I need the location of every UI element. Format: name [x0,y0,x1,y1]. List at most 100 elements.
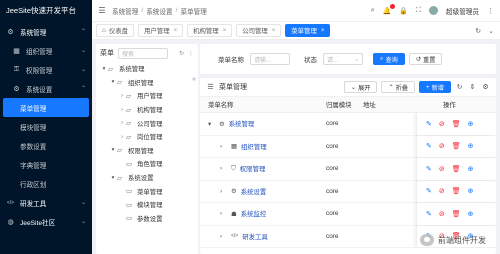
close-icon[interactable]: × [174,28,178,34]
edit-icon[interactable]: ✎ [426,210,432,218]
tab[interactable]: 机构管理 × [187,24,233,37]
more-icon[interactable]: ⋮ [188,50,194,57]
collapse-button[interactable]: ⌃ 折叠 [381,81,415,93]
tree-node[interactable]: ▾ ▱ 系统设置 [100,171,198,185]
caret-down-icon[interactable]: ▾ [208,120,217,128]
refresh-icon[interactable]: ↻ [179,50,184,57]
add-circle-icon[interactable]: ⊕ [468,187,474,195]
menu-name-link[interactable]: 系统监控 [241,209,267,218]
menu-toggle-icon[interactable]: ☰ [92,6,112,15]
disable-icon[interactable]: ⊘ [439,187,445,195]
edit-icon[interactable]: ✎ [426,142,432,150]
breadcrumb-item[interactable]: 系统设置 [146,6,172,16]
caret-right-icon[interactable]: › [118,93,126,99]
sidebar-item[interactable]: 行政区划 [0,174,92,193]
tree-node[interactable]: › ▱ 岗位管理 [100,130,198,144]
menu-name-link[interactable]: 组织管理 [241,142,267,151]
collapse-panel-icon[interactable]: « [192,76,196,83]
disable-icon[interactable]: ⊘ [439,142,445,150]
caret-right-icon[interactable]: › [220,210,229,217]
fullscreen-icon[interactable]: ⛶ [416,7,421,15]
edit-icon[interactable]: ✎ [426,187,432,195]
close-icon[interactable]: × [223,28,227,34]
disable-icon[interactable]: ⊘ [439,120,445,128]
menu-name-link[interactable]: 权限管理 [240,164,266,173]
sidebar-item[interactable]: </> 研发工具 ⌄ [0,193,92,212]
sidebar-item[interactable]: ⚙ 系统设置 ⌃ [0,79,92,98]
caret-down-icon[interactable]: ▾ [109,79,117,85]
lock-icon[interactable]: 🔒 [399,7,408,15]
reset-button[interactable]: ↺ 重置 [408,53,443,65]
disable-icon[interactable]: ⊘ [439,210,445,218]
edit-icon[interactable]: ✎ [426,120,432,128]
delete-icon[interactable]: 🗑 [452,210,461,218]
tab[interactable]: 公司管理 × [236,24,282,37]
expand-button[interactable]: ⌄ 展开 [343,81,378,93]
bell-icon[interactable]: 🔔 [383,3,396,15]
tree-node[interactable]: › ▱ 机构管理 [100,103,198,117]
delete-icon[interactable]: 🗑 [452,165,461,173]
sidebar-item[interactable]: 模块管理 [0,117,92,136]
add-circle-icon[interactable]: ⊕ [468,210,474,218]
sidebar-item[interactable]: ⚙ 系统管理 ⌃ [0,22,92,41]
add-circle-icon[interactable]: ⊕ [468,165,474,173]
caret-right-icon[interactable]: › [220,143,229,150]
table-row[interactable]: › ⛉ 权限管理 core ✎ ⊘ 🗑 ⊕ [200,158,496,181]
delete-icon[interactable]: 🗑 [452,120,461,128]
menu-name-link[interactable]: 研发工具 [242,232,268,241]
menu-name-input[interactable]: 请输... [250,53,290,65]
menu-name-link[interactable]: 系统设置 [241,187,267,196]
tree-node[interactable]: ▾ ▱ 系统管理 [100,62,198,76]
caret-right-icon[interactable]: › [118,107,126,113]
settings-icon[interactable]: ⚙ [481,83,490,91]
sidebar-item[interactable]: 字典管理 [0,155,92,174]
close-icon[interactable]: × [321,28,325,34]
refresh-icon[interactable]: ↻ [455,83,464,91]
tree-node[interactable]: ▭ 模块管理 [100,198,198,212]
status-select[interactable]: 请... ⌄ [323,53,363,65]
tree-node[interactable]: ▾ ▱ 组织管理 [100,76,198,90]
disable-icon[interactable]: ⊘ [439,165,445,173]
close-icon[interactable]: × [272,28,276,34]
caret-down-icon[interactable]: ▾ [109,175,117,181]
caret-right-icon[interactable]: › [118,134,126,140]
tab[interactable]: 菜单管理 × [285,24,331,37]
chevron-down-icon[interactable]: ⌄ [488,27,494,35]
sidebar-item[interactable]: ◍ JeeSite社区 ⌄ [0,212,92,231]
delete-icon[interactable]: 🗑 [452,142,461,150]
caret-right-icon[interactable]: › [220,165,229,172]
tree-search-input[interactable]: 搜索 [118,47,168,59]
table-row[interactable]: › ☗ 系统监控 core ✎ ⊘ 🗑 ⊕ [200,203,496,226]
table-row[interactable]: › ⚙ 系统设置 core ✎ ⊘ 🗑 ⊕ [200,180,496,203]
refresh-icon[interactable]: ↻ [475,27,481,35]
delete-icon[interactable]: 🗑 [452,187,461,195]
tab[interactable]: ⌂ 仪表盘 [96,24,135,37]
tab[interactable]: 用户管理 × [138,24,184,37]
breadcrumb-item[interactable]: 系统管理 [112,6,138,16]
menu-name-link[interactable]: 系统管理 [229,119,255,128]
caret-right-icon[interactable]: › [118,120,126,126]
add-button[interactable]: + 新增 [419,81,451,93]
query-button[interactable]: ⌕ 查询 [373,53,405,65]
tree-node[interactable]: › ▱ 用户管理 [100,89,198,103]
tree-node[interactable]: › ▱ 公司管理 [100,116,198,130]
column-height-icon[interactable]: ⇕ [468,83,477,91]
sidebar-item[interactable]: ▦ 组织管理 ⌄ [0,41,92,60]
user-name[interactable]: 超级管理员 [446,6,479,16]
sidebar-item[interactable]: 菜单管理 [3,98,89,117]
more-icon[interactable]: ⋮ [487,7,494,15]
sidebar-item[interactable]: 参数设置 [0,136,92,155]
table-row[interactable]: ▾ ⚙ 系统管理 core ✎ ⊘ 🗑 ⊕ [200,113,496,136]
tree-node[interactable]: ▭ 参数设置 [100,212,198,226]
table-row[interactable]: › ▦ 组织管理 core ✎ ⊘ 🗑 ⊕ [200,135,496,158]
add-circle-icon[interactable]: ⊕ [468,120,474,128]
tree-node[interactable]: ▭ 角色管理 [100,157,198,171]
edit-icon[interactable]: ✎ [426,165,432,173]
caret-down-icon[interactable]: ▾ [100,66,108,72]
tree-node[interactable]: ▾ ▱ 权限管理 [100,144,198,158]
caret-right-icon[interactable]: › [220,233,229,240]
avatar[interactable] [429,6,439,15]
caret-down-icon[interactable]: ▾ [109,147,117,153]
add-circle-icon[interactable]: ⊕ [468,142,474,150]
sidebar-item[interactable]: ⚿ 权限管理 ⌄ [0,60,92,79]
